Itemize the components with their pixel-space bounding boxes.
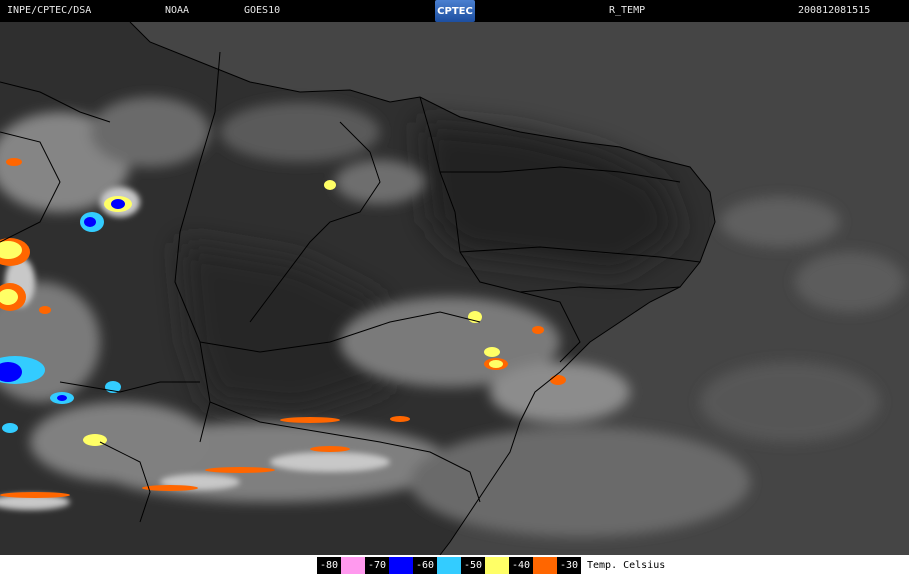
source-label: INPE/CPTEC/DSA	[7, 5, 92, 16]
legend-swatch-minus-50	[485, 557, 509, 574]
legend-bar: -80 -70 -60 -50 -40 -30 Temp. Celsius	[0, 555, 909, 576]
legend-units: Temp. Celsius	[587, 560, 666, 571]
agency-label: NOAA	[165, 5, 190, 16]
cptec-logo: CPTEC	[435, 0, 475, 22]
legend-swatch-minus-80	[341, 557, 365, 574]
image-header: INPE/CPTEC/DSA NOAA GOES10 CPTEC R_TEMP …	[0, 0, 909, 22]
legend-label-minus-60: -60	[413, 557, 437, 574]
legend-label-minus-50: -50	[461, 557, 485, 574]
legend-label-minus-30: -30	[557, 557, 581, 574]
logo-text: CPTEC	[437, 5, 473, 17]
legend-label-minus-70: -70	[365, 557, 389, 574]
legend-swatch-minus-70	[389, 557, 413, 574]
legend-label-minus-40: -40	[509, 557, 533, 574]
legend-swatch-minus-40	[533, 557, 557, 574]
legend-label-minus-80: -80	[317, 557, 341, 574]
timestamp-label: 200812081515	[798, 5, 871, 16]
product-label: R_TEMP	[609, 5, 646, 16]
legend-swatch-minus-60	[437, 557, 461, 574]
satellite-map	[0, 22, 909, 555]
temperature-legend: -80 -70 -60 -50 -40 -30 Temp. Celsius	[317, 557, 665, 574]
satellite-label: GOES10	[244, 5, 281, 16]
